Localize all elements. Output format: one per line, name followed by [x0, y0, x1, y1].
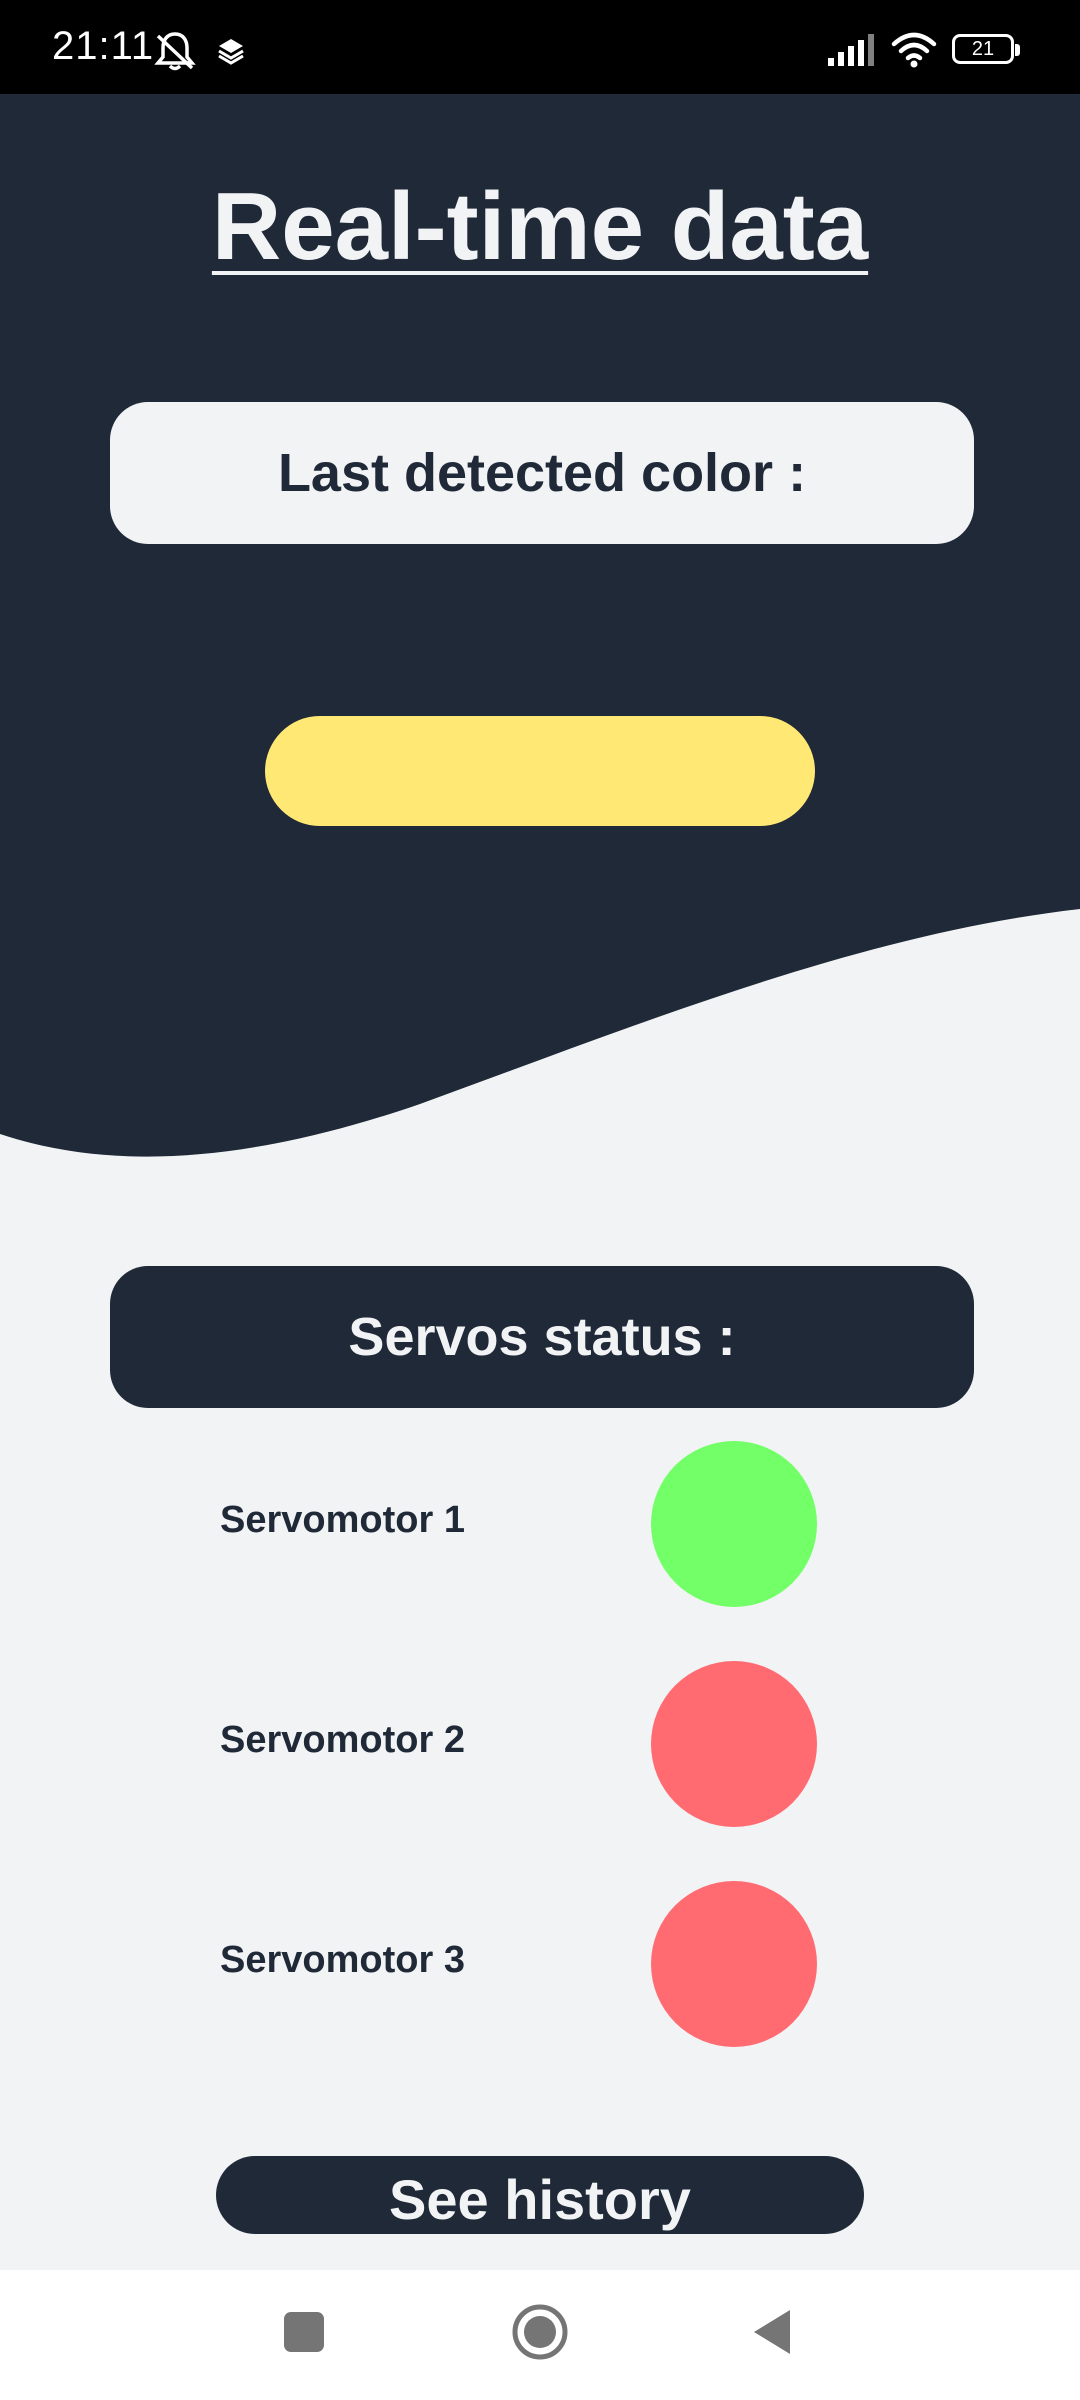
- signal-icon: [828, 34, 874, 66]
- layers-icon: [218, 39, 244, 65]
- last-color-card: Last detected color :: [110, 402, 974, 544]
- back-triangle-icon[interactable]: [750, 2306, 794, 2358]
- servo-row: Servomotor 2: [0, 1661, 1080, 1827]
- battery-icon: 21: [952, 34, 1020, 64]
- recents-square-icon[interactable]: [280, 2308, 328, 2356]
- see-history-button[interactable]: See history: [216, 2156, 864, 2234]
- servo-label: Servomotor 1: [220, 1499, 465, 1541]
- status-bar: 21:11 21: [0, 0, 1080, 94]
- servos-status-label: Servos status :: [348, 1307, 736, 1367]
- servos-status-card: Servos status :: [110, 1266, 974, 1408]
- detected-color-swatch: [265, 716, 815, 826]
- servo-row: Servomotor 3: [0, 1881, 1080, 2047]
- servo-status-indicator: [651, 1441, 817, 1607]
- last-color-label: Last detected color :: [277, 443, 807, 503]
- servo-label: Servomotor 2: [220, 1719, 465, 1761]
- servo-label: Servomotor 3: [220, 1939, 465, 1981]
- status-time: 21:11: [52, 24, 155, 68]
- system-nav-bar: [0, 2270, 1080, 2400]
- servo-status-indicator: [651, 1881, 817, 2047]
- wifi-icon: [891, 32, 937, 68]
- servo-row: Servomotor 1: [0, 1441, 1080, 1607]
- home-circle-icon[interactable]: [510, 2302, 570, 2362]
- servo-status-indicator: [651, 1661, 817, 1827]
- mute-icon: [154, 32, 196, 71]
- page-title: Real-time data: [211, 173, 869, 280]
